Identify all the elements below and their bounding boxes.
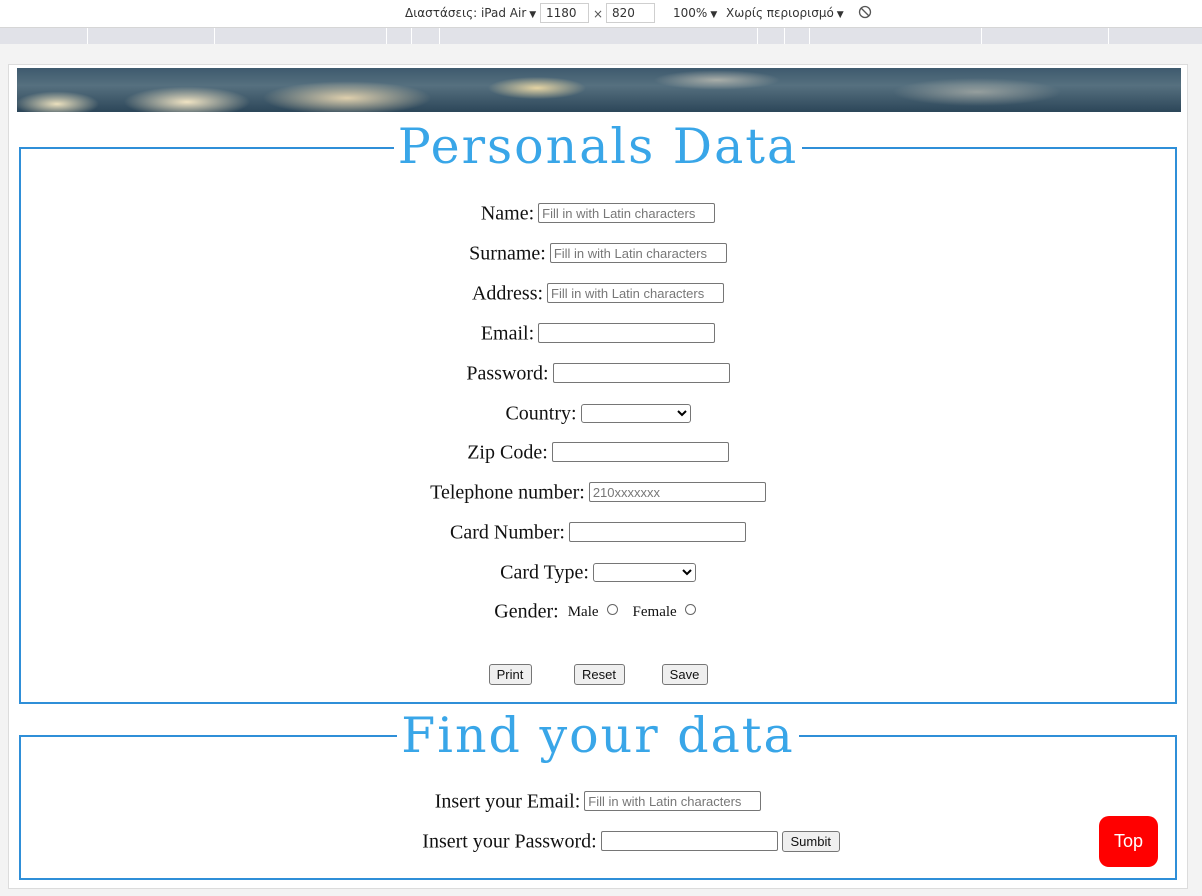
password-row: Password: xyxy=(9,359,1187,385)
times-icon: × xyxy=(593,7,604,21)
submit-button[interactable]: Sumbit xyxy=(781,830,840,852)
gender-female-label: Female xyxy=(632,604,677,620)
gender-female-radio[interactable] xyxy=(684,604,696,616)
device-dimensions-dropdown[interactable]: Διαστάσεις: iPad Air ▼ xyxy=(405,6,536,20)
device-toolbar: Διαστάσεις: iPad Air ▼ 1180 × 820 100% ▼ Χ… xyxy=(0,0,1202,28)
card-number-label: Card Number: xyxy=(450,521,565,544)
find-password-row: Insert your Password: Sumbit xyxy=(9,827,1187,853)
address-row: Address: xyxy=(9,279,1187,305)
gender-male-radio[interactable] xyxy=(606,604,618,616)
name-input[interactable] xyxy=(538,203,716,224)
country-row: Country: xyxy=(9,399,1187,425)
throttle-dropdown[interactable]: Χωρίς περιορισμό ▼ xyxy=(726,6,844,20)
zoom-label: 100% xyxy=(673,6,708,20)
email-label: Email: xyxy=(480,322,535,345)
card-type-select[interactable] xyxy=(592,562,696,582)
zip-row: Zip Code: xyxy=(9,438,1187,464)
back-to-top-button[interactable]: Top xyxy=(1099,816,1158,867)
find-password-input[interactable] xyxy=(600,831,778,852)
find-email-input[interactable] xyxy=(584,791,762,812)
sky-banner-image xyxy=(17,68,1181,112)
phone-label: Telephone number: xyxy=(430,481,585,504)
viewport-width-input[interactable]: 1180 xyxy=(540,3,589,23)
card-number-row: Card Number: xyxy=(9,518,1187,544)
name-row: Name: xyxy=(9,199,1187,225)
address-input[interactable] xyxy=(547,283,725,304)
page-viewport: Personals Data Name: Surname: Address: E… xyxy=(8,64,1188,889)
throttle-label: Χωρίς περιορισμό xyxy=(726,6,834,20)
chevron-down-icon: ▼ xyxy=(710,10,718,20)
zip-label: Zip Code: xyxy=(467,441,548,464)
gender-row: Gender: Male Female xyxy=(9,597,1187,623)
save-button[interactable]: Save xyxy=(661,663,708,685)
form-actions: Print Reset Save xyxy=(9,662,1187,685)
zip-input[interactable] xyxy=(551,442,729,463)
gender-label: Gender: xyxy=(494,600,559,623)
chevron-down-icon: ▼ xyxy=(529,10,537,20)
password-label: Password: xyxy=(466,362,549,385)
find-email-row: Insert your Email: xyxy=(9,787,1187,813)
email-row: Email: xyxy=(9,319,1187,345)
find-password-label: Insert your Password: xyxy=(422,830,597,853)
zoom-dropdown[interactable]: 100% ▼ xyxy=(673,6,717,20)
find-email-label: Insert your Email: xyxy=(434,790,581,813)
phone-row: Telephone number: xyxy=(9,478,1187,504)
country-select[interactable] xyxy=(580,403,691,423)
address-label: Address: xyxy=(471,282,544,305)
chevron-down-icon: ▼ xyxy=(836,10,844,20)
surname-label: Surname: xyxy=(469,242,546,265)
card-number-input[interactable] xyxy=(568,522,746,543)
viewport-height-input[interactable]: 820 xyxy=(606,3,655,23)
card-type-row: Card Type: xyxy=(9,558,1187,584)
phone-input[interactable] xyxy=(588,482,766,503)
print-button[interactable]: Print xyxy=(488,663,532,685)
reset-button[interactable]: Reset xyxy=(573,663,625,685)
email-input[interactable] xyxy=(538,323,716,344)
country-label: Country: xyxy=(505,402,577,425)
name-label: Name: xyxy=(480,202,535,225)
media-query-ruler[interactable] xyxy=(0,28,1202,44)
device-dimensions-label: Διαστάσεις: iPad Air xyxy=(405,6,527,20)
gender-male-label: Male xyxy=(567,604,599,620)
surname-row: Surname: xyxy=(9,239,1187,265)
card-type-label: Card Type: xyxy=(500,561,589,584)
password-input[interactable] xyxy=(552,363,730,384)
surname-input[interactable] xyxy=(549,243,727,264)
rotate-icon[interactable] xyxy=(858,5,872,19)
